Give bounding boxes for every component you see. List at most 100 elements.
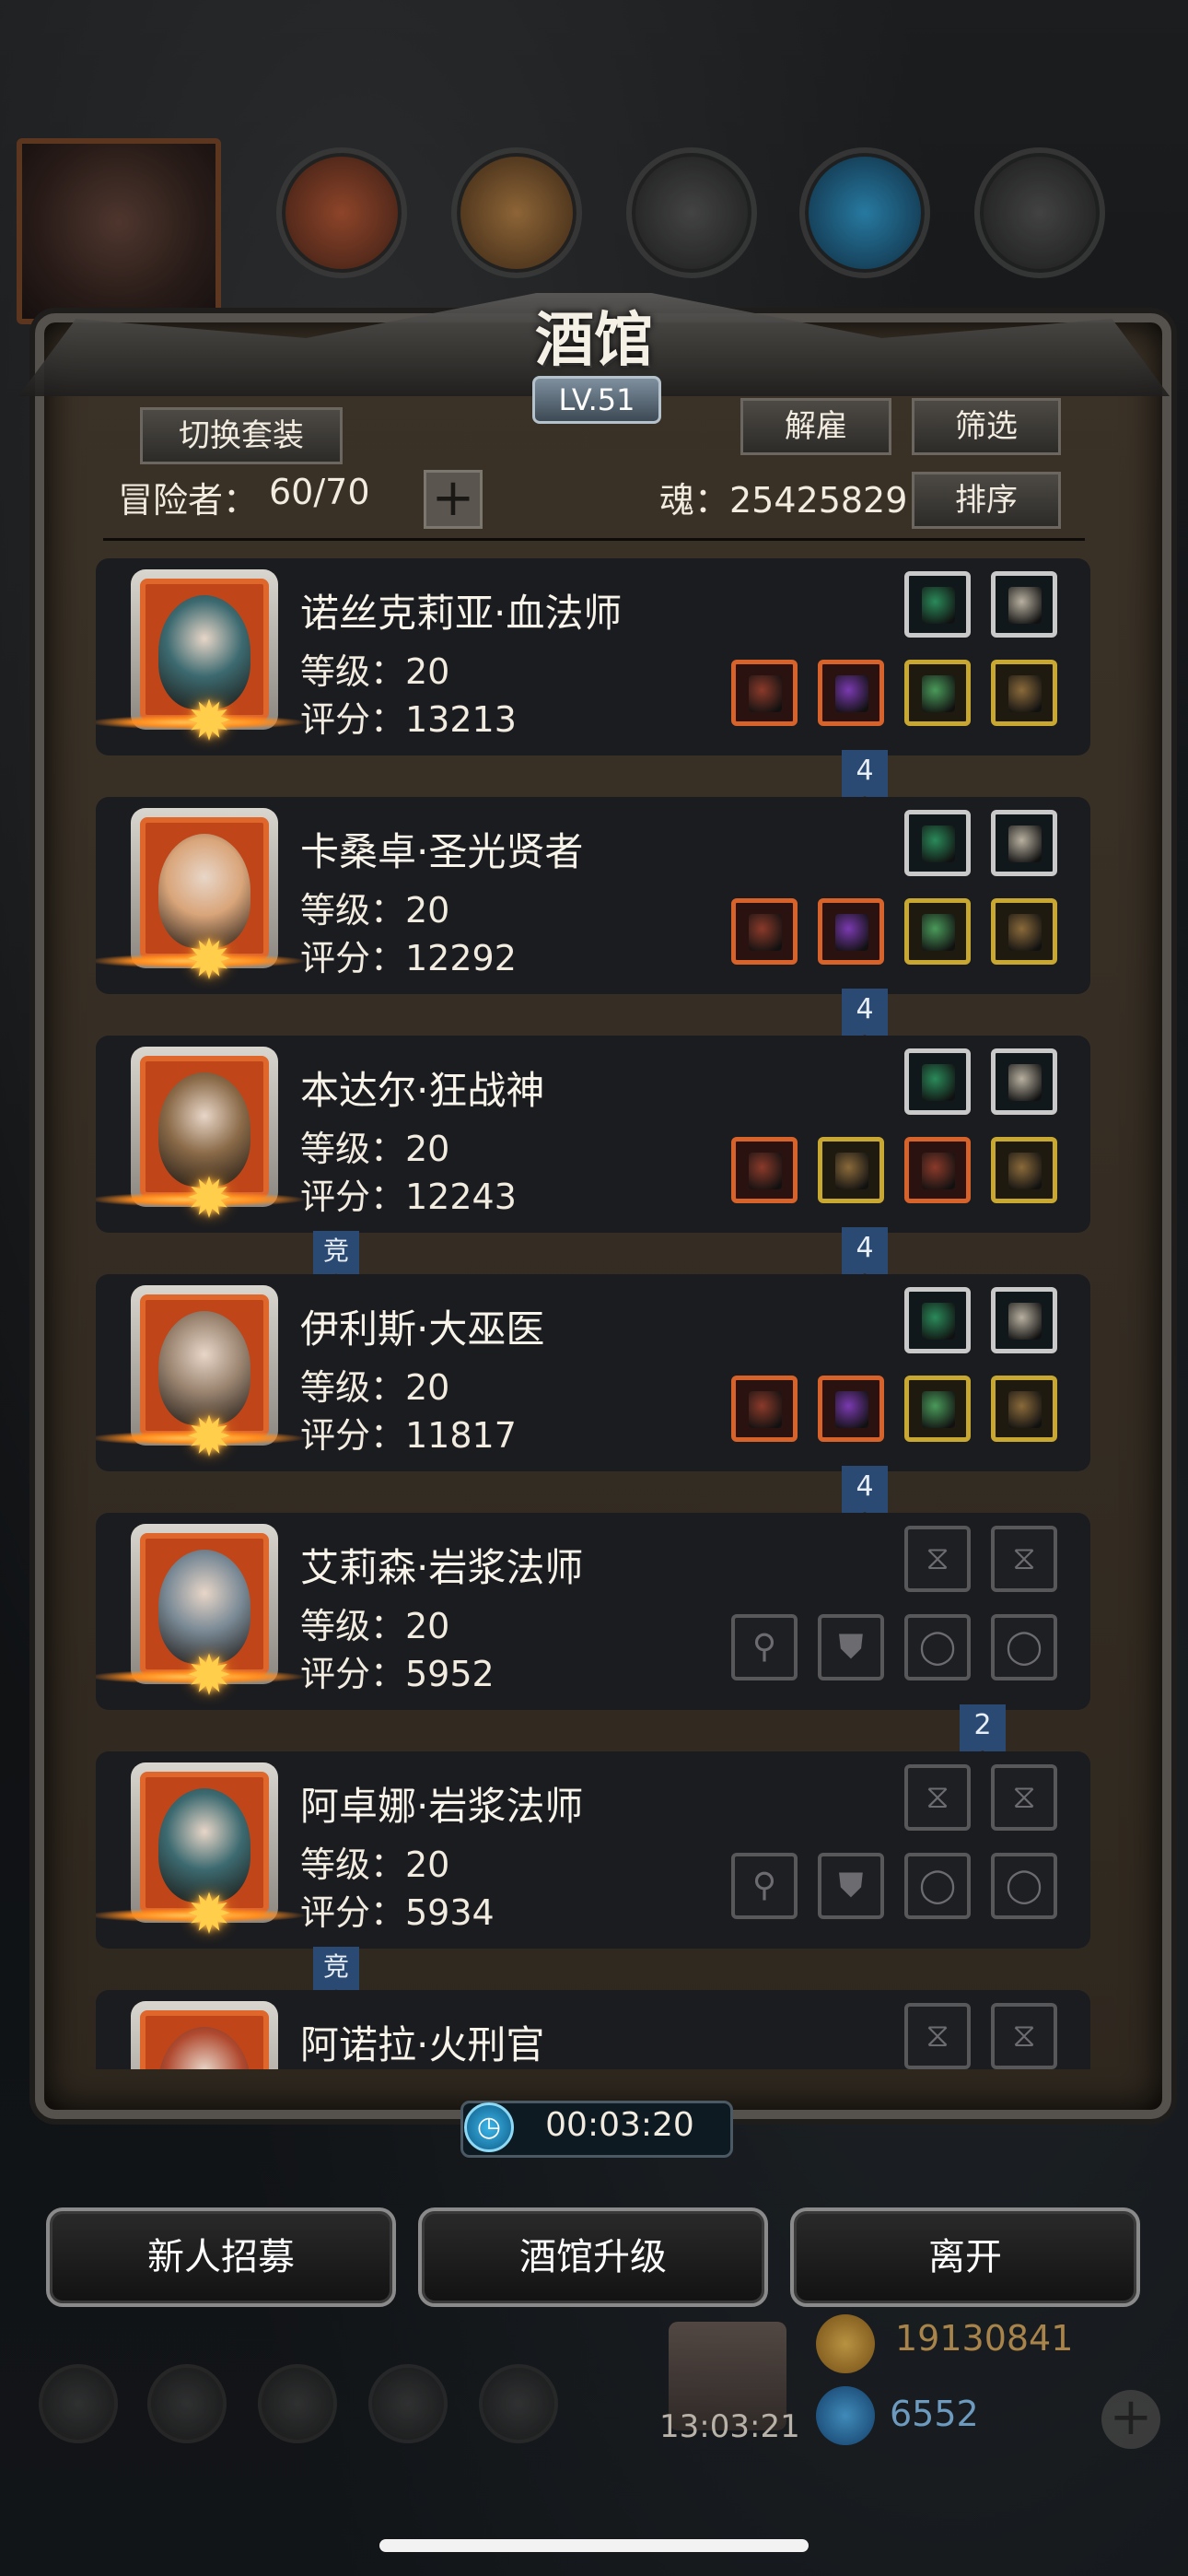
equipment-slot[interactable]: ◯ [991, 1853, 1057, 1919]
hero-name: 诺丝克莉亚·血法师 [300, 591, 623, 636]
gem-icon [816, 2386, 875, 2445]
equipment-slot[interactable]: ⧖ [991, 1764, 1057, 1831]
equipment-slot[interactable]: ⚲ [731, 1614, 798, 1680]
equipment-slot[interactable] [731, 1137, 798, 1203]
accessory-item-icon [922, 587, 955, 624]
equipment-slot[interactable] [904, 1137, 971, 1203]
equipment-slot[interactable] [731, 898, 798, 965]
hero-row[interactable]: ✹ 艾莉森·岩浆法师 等级：20 评分：5952 ⧖ ⧖ ⚲ ⛊ ◯ ◯ [96, 1513, 1090, 1710]
home-indicator[interactable] [379, 2539, 809, 2552]
equipment-slot[interactable]: ⧖ [904, 1764, 971, 1831]
equipment-slot[interactable] [904, 1048, 971, 1115]
equipment-slot[interactable]: ◯ [904, 1614, 971, 1680]
equipment-slot[interactable] [991, 1048, 1057, 1115]
star-rank-icon: ✹ [185, 689, 233, 754]
equipment-slot[interactable] [731, 1376, 798, 1442]
rank-icon[interactable] [258, 2364, 337, 2443]
equipment-slot[interactable]: ⧖ [991, 2003, 1057, 2069]
add-adventurer-button[interactable]: + [424, 470, 483, 529]
leave-button[interactable]: 离开 [790, 2207, 1140, 2307]
hero-row[interactable]: ✹ 伊利斯·大巫医 等级：20 评分：11817 [96, 1274, 1090, 1471]
equipment-slot[interactable]: ⧖ [904, 1526, 971, 1592]
settings-gear-icon[interactable] [39, 2364, 118, 2443]
mail-icon[interactable] [368, 2364, 448, 2443]
equipment-slot[interactable] [818, 1137, 884, 1203]
resource-orb-iron-icon[interactable] [974, 147, 1105, 278]
equipment-slot[interactable] [731, 660, 798, 726]
equipment-slot[interactable] [991, 898, 1057, 965]
dismiss-button[interactable]: 解雇 [740, 398, 891, 455]
equipment-slot[interactable] [904, 898, 971, 965]
equipment-slot[interactable]: ◯ [904, 1853, 971, 1919]
equipment-item-icon [835, 914, 868, 951]
filter-button[interactable]: 筛选 [912, 398, 1061, 455]
equipment-slot[interactable] [991, 1376, 1057, 1442]
star-rank-icon: ✹ [185, 1166, 233, 1231]
equipment-item-icon [749, 675, 782, 712]
empty-accessory-icon: ⧖ [1012, 1540, 1036, 1577]
hero-score: 评分：13213 [300, 699, 517, 740]
equipment-slot[interactable]: ⧖ [991, 1526, 1057, 1592]
accessory-item-icon [1008, 1064, 1042, 1101]
switch-outfit-button[interactable]: 切换套装 [140, 407, 343, 464]
hero-level: 等级：20 [300, 1844, 450, 1885]
upgrade-tavern-button[interactable]: 酒馆升级 [418, 2207, 768, 2307]
recruit-button[interactable]: 新人招募 [46, 2207, 396, 2307]
equipment-item-icon [749, 914, 782, 951]
accessory-item-icon [1008, 1303, 1042, 1340]
hero-row[interactable]: ✹ 阿卓娜·岩浆法师 等级：20 评分：5934 ⧖ ⧖ ⚲ ⛊ ◯ ◯ [96, 1751, 1090, 1949]
hero-row[interactable]: ✹ 诺丝克莉亚·血法师 等级：20 评分：13213 [96, 558, 1090, 755]
hero-name: 伊利斯·大巫医 [300, 1306, 545, 1352]
equipment-slot[interactable] [991, 1137, 1057, 1203]
soul-count: 魂：25425829 [659, 480, 908, 521]
resource-orb-stone-icon[interactable] [626, 147, 757, 278]
hero-name: 阿卓娜·岩浆法师 [300, 1784, 584, 1829]
hero-row[interactable]: ✹ 本达尔·狂战神 等级：20 评分：12243 [96, 1036, 1090, 1233]
equipment-item-icon [922, 1391, 955, 1428]
equipment-item-icon [922, 675, 955, 712]
equipment-slot[interactable] [991, 1287, 1057, 1353]
resource-orb-wood-icon[interactable] [451, 147, 582, 278]
equipment-slot[interactable] [818, 1376, 884, 1442]
hero-list[interactable]: ✹ 诺丝克莉亚·血法师 等级：20 评分：13213 4 ✹ 卡桑卓·圣光贤者 等级：20 评分… [96, 558, 1090, 2069]
hero-row[interactable]: ✹阿诺拉·火刑官⧖⧖ [96, 1990, 1090, 2069]
equipment-slot[interactable]: ⚲ [731, 1853, 798, 1919]
equipment-slot[interactable] [818, 898, 884, 965]
hero-score: 评分：12292 [300, 938, 517, 978]
equipment-slot[interactable]: ⛊ [818, 1853, 884, 1919]
equipment-slot[interactable]: ⧖ [904, 2003, 971, 2069]
accessory-item-icon [922, 1303, 955, 1340]
equipment-slot[interactable] [991, 660, 1057, 726]
hero-row[interactable]: ✹ 卡桑卓·圣光贤者 等级：20 评分：12292 [96, 797, 1090, 994]
equipment-slot[interactable]: ◯ [991, 1614, 1057, 1680]
equipment-slot[interactable] [904, 810, 971, 876]
player-avatar[interactable] [17, 138, 221, 324]
empty-weapon-icon: ⚲ [751, 1867, 777, 1904]
equipment-slot[interactable] [904, 571, 971, 638]
map-icon[interactable] [479, 2364, 558, 2443]
gold-amount: 19130841 [895, 2318, 1074, 2359]
empty-armor-icon: ⛊ [838, 1867, 864, 1904]
equipment-slot[interactable] [904, 1287, 971, 1353]
hero-level: 等级：20 [300, 1367, 450, 1408]
empty-accessory-icon: ⧖ [926, 2017, 949, 2055]
resource-orb-crystal-icon[interactable] [799, 147, 930, 278]
hero-portrait-frame[interactable] [131, 2001, 278, 2069]
equipment-slot[interactable] [818, 660, 884, 726]
achievement-icon[interactable] [147, 2364, 227, 2443]
equipment-slot[interactable]: ⛊ [818, 1614, 884, 1680]
equipment-slot[interactable] [991, 810, 1057, 876]
equipment-item-icon [922, 1153, 955, 1189]
equipment-item-icon [835, 675, 868, 712]
hero-name: 阿诺拉·火刑官 [300, 2022, 545, 2067]
add-currency-button[interactable]: + [1101, 2390, 1160, 2449]
equipment-slot[interactable] [904, 660, 971, 726]
resource-orb-meat-icon[interactable] [276, 147, 407, 278]
tavern-level-badge: LV.51 [532, 376, 661, 424]
sort-button[interactable]: 排序 [912, 472, 1061, 529]
gift-timer: 13:03:21 [659, 2408, 800, 2445]
equipment-slot[interactable] [904, 1376, 971, 1442]
equipment-item-icon [922, 914, 955, 951]
equipment-slot[interactable] [991, 571, 1057, 638]
hero-score: 评分：5952 [300, 1654, 495, 1694]
